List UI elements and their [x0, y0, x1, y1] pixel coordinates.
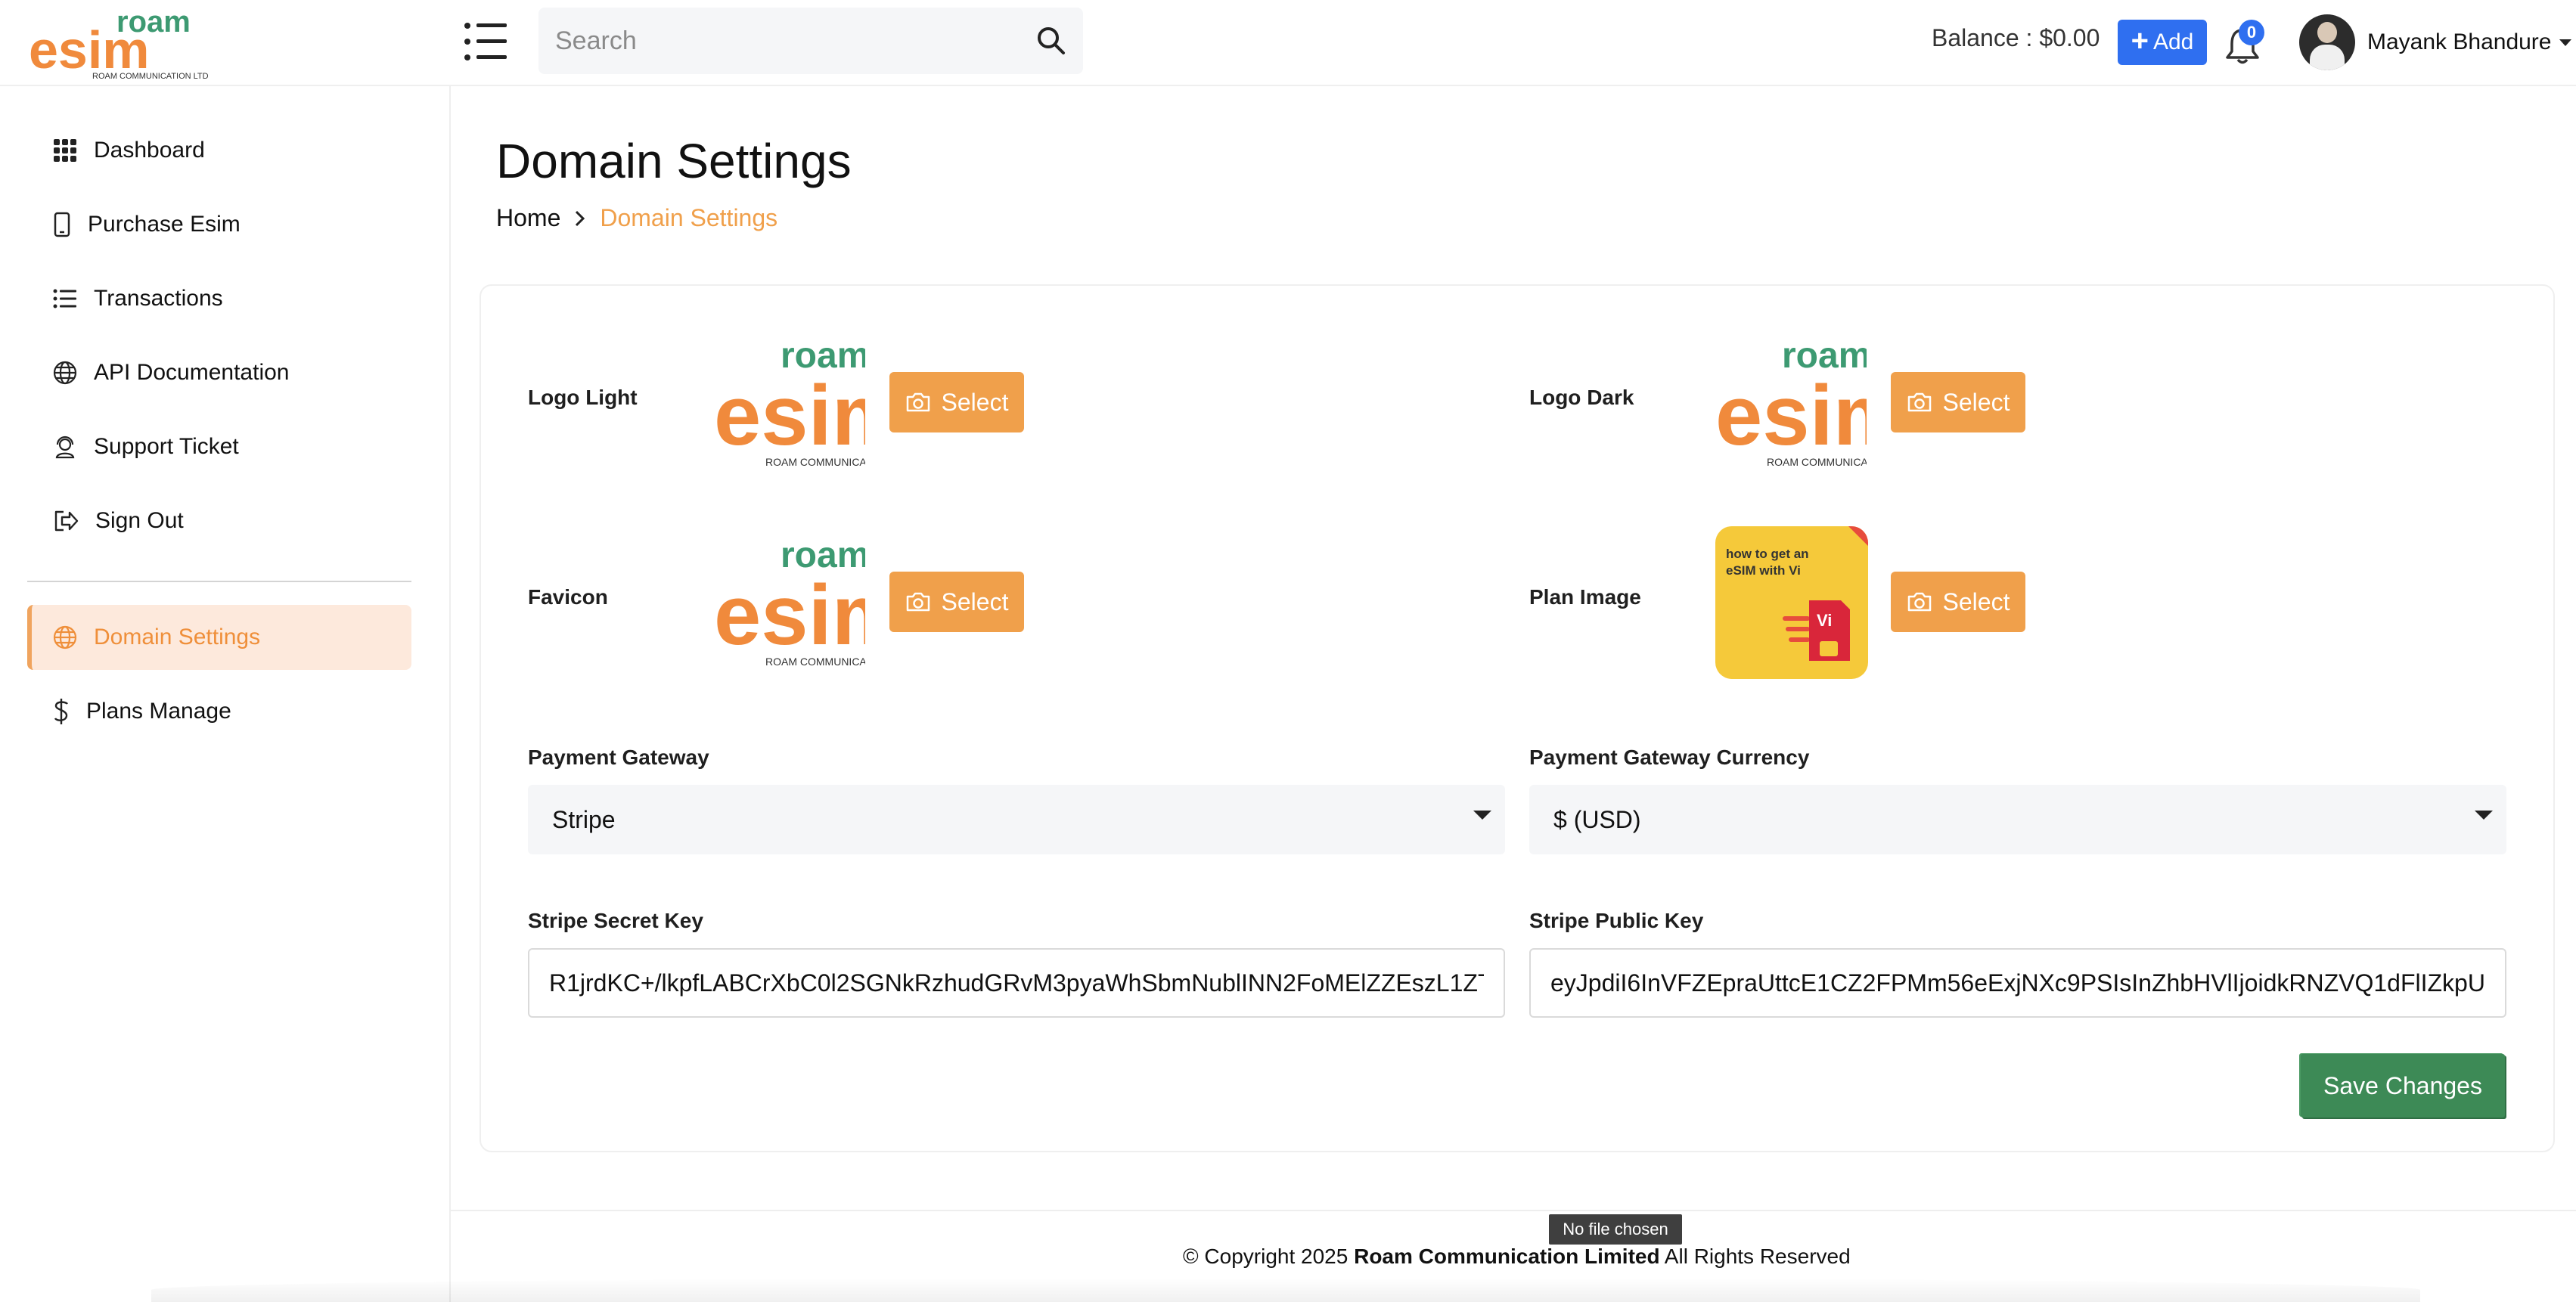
phone-icon — [54, 212, 70, 237]
brand-logo-sub: ROAM COMMUNICATION LTD — [92, 72, 209, 81]
chevron-down-icon — [1473, 811, 1491, 820]
logo-light-preview: roam esim ROAM COMMUNICATION LTD — [714, 336, 865, 468]
favicon-select-button[interactable]: Select — [889, 572, 1024, 632]
camera-icon — [906, 592, 930, 612]
sidebar-divider — [27, 581, 411, 582]
stripe-secret-key-input[interactable] — [528, 948, 1505, 1018]
plan-image-label: Plan Image — [1529, 585, 1641, 609]
select-label: Select — [1942, 587, 2010, 615]
sidebar-item-label: Domain Settings — [94, 625, 261, 649]
stripe-secret-key-label: Stripe Secret Key — [528, 909, 703, 932]
list-icon — [53, 289, 76, 308]
dollar-icon — [54, 699, 68, 724]
sidebar-item-domain-settings[interactable]: Domain Settings — [27, 605, 411, 670]
page-title: Domain Settings — [496, 134, 852, 188]
select-label: Select — [941, 587, 1009, 615]
payment-gateway-value: Stripe — [552, 806, 616, 833]
breadcrumb: Home Domain Settings — [496, 204, 777, 232]
search-icon[interactable] — [1035, 24, 1068, 57]
payment-gateway-label: Payment Gateway — [528, 746, 709, 769]
file-tooltip: No file chosen — [1549, 1214, 1682, 1245]
svg-text:ROAM COMMUNICATION LTD: ROAM COMMUNICATION LTD — [1767, 456, 1867, 468]
balance-display: Balance : $0.00 — [1932, 24, 2100, 51]
sim-card-icon: Vi — [1783, 526, 1868, 661]
breadcrumb-home-link[interactable]: Home — [496, 204, 560, 232]
grid-icon — [54, 139, 76, 162]
favicon-preview: roam esim ROAM COMMUNICATION LTD — [714, 535, 865, 668]
brand-logo-main: esim — [29, 20, 150, 79]
footer-copyright: © Copyright 2025 Roam Communication Limi… — [1183, 1245, 1851, 1269]
sign-out-icon — [54, 510, 79, 532]
select-label: Select — [1942, 388, 2010, 416]
sidebar-item-label: Dashboard — [94, 138, 205, 163]
logo-light-select-button[interactable]: Select — [889, 372, 1024, 432]
footer-suffix: All Rights Reserved — [1659, 1245, 1851, 1268]
sidebar-item-plans-manage[interactable]: Plans Manage — [27, 679, 411, 744]
sidebar-item-purchase-esim[interactable]: Purchase Esim — [27, 192, 411, 257]
search-bar — [538, 8, 1083, 74]
logo-dark-select-button[interactable]: Select — [1891, 372, 2025, 432]
sidebar-item-label: Plans Manage — [86, 699, 231, 724]
logo-dark-preview: roam esim ROAM COMMUNICATION LTD — [1715, 336, 1867, 468]
footer-prefix: © Copyright 2025 — [1183, 1245, 1355, 1268]
sidebar-item-dashboard[interactable]: Dashboard — [27, 118, 411, 183]
top-header: roam esim ROAM COMMUNICATION LTD Balance… — [0, 0, 2576, 86]
sidebar-item-api-documentation[interactable]: API Documentation — [27, 340, 411, 405]
svg-text:ROAM COMMUNICATION LTD: ROAM COMMUNICATION LTD — [765, 456, 865, 468]
sidebar-item-label: Support Ticket — [94, 434, 239, 459]
currency-value: $ (USD) — [1553, 806, 1641, 833]
sidebar: Dashboard Purchase Esim Transactions API… — [0, 86, 451, 1302]
stripe-public-key-input[interactable] — [1529, 948, 2506, 1018]
svg-text:esim: esim — [1715, 368, 1867, 463]
favicon-label: Favicon — [528, 585, 608, 609]
currency-select[interactable]: $ (USD) — [1529, 785, 2506, 854]
save-changes-button[interactable]: Save Changes — [2301, 1054, 2505, 1118]
stripe-public-key-label: Stripe Public Key — [1529, 909, 1704, 932]
svg-text:esim: esim — [714, 368, 865, 463]
avatar — [2299, 14, 2355, 70]
search-input[interactable] — [538, 8, 1007, 74]
sidebar-item-label: API Documentation — [94, 360, 290, 385]
camera-icon — [1907, 392, 1931, 412]
sidebar-item-sign-out[interactable]: Sign Out — [27, 488, 411, 553]
user-menu[interactable]: Mayank Bhandure — [2299, 12, 2571, 73]
sidebar-item-transactions[interactable]: Transactions — [27, 266, 411, 331]
sidebar-item-support-ticket[interactable]: Support Ticket — [27, 414, 411, 479]
hamburger-list-icon — [464, 23, 507, 60]
chevron-down-icon — [2475, 811, 2493, 820]
chevron-down-icon — [2559, 39, 2571, 46]
add-funds-button[interactable]: + Add — [2118, 20, 2207, 65]
support-icon — [55, 436, 75, 459]
plan-image-preview: how to get an eSIM with Vi Vi — [1715, 526, 1868, 679]
logo-light-label: Logo Light — [528, 386, 638, 409]
sidebar-item-label: Purchase Esim — [88, 212, 241, 237]
svg-text:esim: esim — [714, 568, 865, 662]
user-name: Mayank Bhandure — [2367, 29, 2552, 54]
footer-divider — [451, 1210, 2576, 1211]
globe-icon — [53, 361, 77, 385]
plan-image-select-button[interactable]: Select — [1891, 572, 2025, 632]
camera-icon — [906, 392, 930, 412]
sidebar-item-label: Transactions — [94, 286, 223, 311]
select-label: Select — [941, 388, 1009, 416]
chevron-right-icon — [576, 210, 585, 226]
plus-icon: + — [2131, 24, 2149, 57]
sidebar-item-label: Sign Out — [95, 508, 184, 533]
globe-icon — [53, 625, 77, 649]
svg-text:ROAM COMMUNICATION LTD: ROAM COMMUNICATION LTD — [765, 656, 865, 668]
plan-image-badge: Vi — [1817, 611, 1832, 630]
footer-shadow — [151, 1278, 2420, 1302]
footer-company: Roam Communication Limited — [1354, 1245, 1660, 1268]
notification-count-badge: 0 — [2239, 20, 2264, 45]
breadcrumb-current: Domain Settings — [600, 204, 778, 231]
payment-gateway-select[interactable]: Stripe — [528, 785, 1505, 854]
brand-logo[interactable]: roam esim ROAM COMMUNICATION LTD — [27, 3, 224, 83]
menu-toggle-button[interactable] — [463, 20, 510, 64]
camera-icon — [1907, 592, 1931, 612]
currency-label: Payment Gateway Currency — [1529, 746, 1810, 769]
add-label: Add — [2152, 29, 2194, 54]
logo-dark-label: Logo Dark — [1529, 386, 1634, 409]
